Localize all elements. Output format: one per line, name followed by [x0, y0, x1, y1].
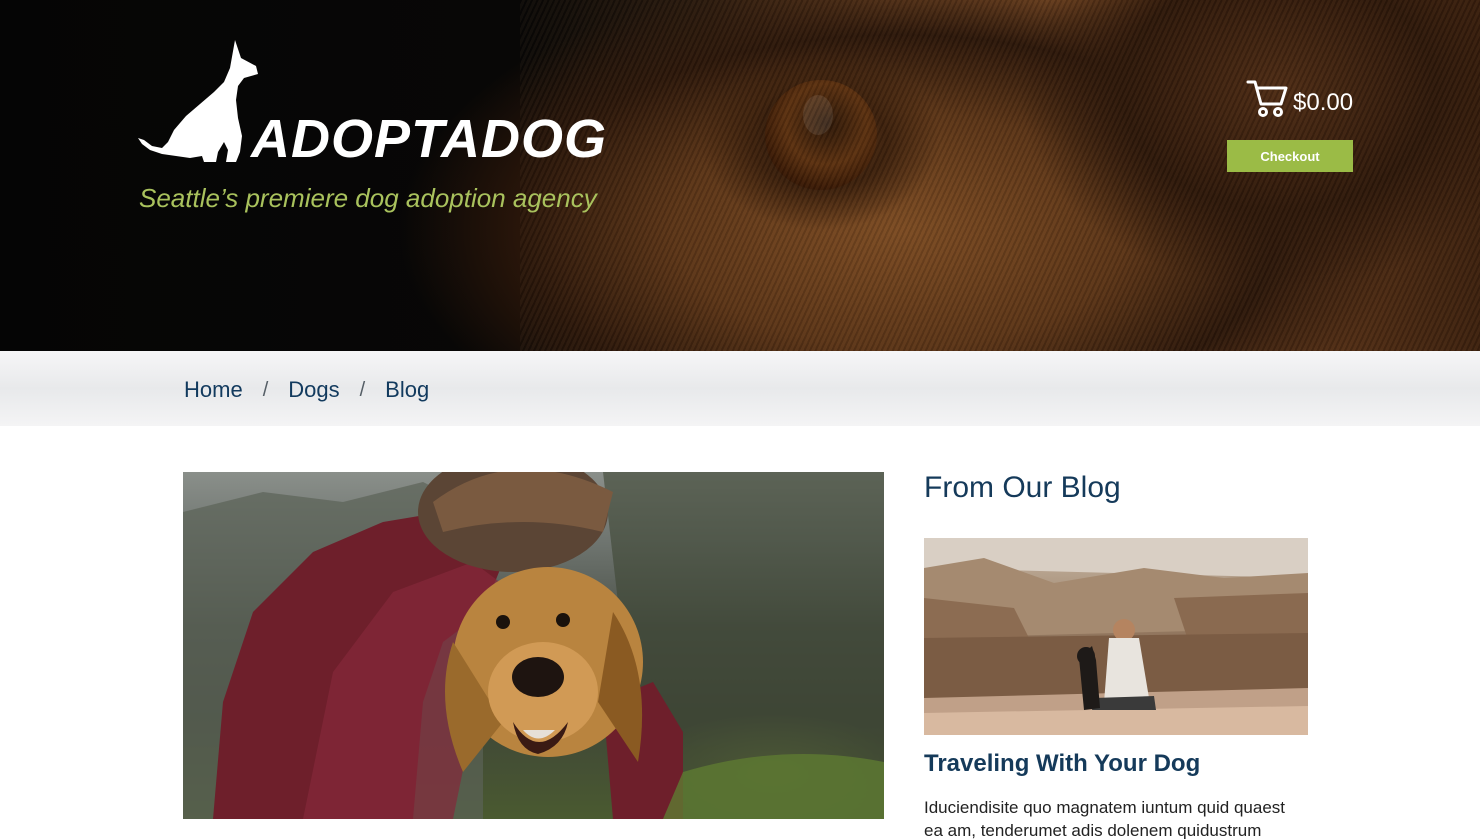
blog-post-title[interactable]: Traveling With Your Dog: [924, 750, 1200, 778]
site-logo[interactable]: ADOPTADOG: [138, 38, 607, 166]
breadcrumb-bar: Home / Dogs / Blog: [0, 351, 1480, 426]
breadcrumb-separator: /: [262, 378, 269, 401]
blog-post-excerpt: Iduciendisite quo magnatem iuntum quid q…: [924, 798, 1286, 839]
canyon-woman-dog-illustration: [924, 538, 1308, 735]
cart-icon: [1246, 80, 1288, 117]
breadcrumb-home[interactable]: Home: [184, 377, 243, 403]
dog-silhouette-icon: [138, 40, 258, 162]
blog-post-image[interactable]: [924, 538, 1308, 735]
logo-text: ADOPTADOG: [251, 109, 607, 169]
man-hugging-dog-illustration: [183, 472, 884, 819]
breadcrumb-separator: /: [359, 378, 366, 401]
breadcrumb-dogs[interactable]: Dogs: [288, 377, 339, 403]
hero-banner: ADOPTADOG Seattle’s premiere dog adoptio…: [0, 0, 1480, 351]
sidebar-heading: From Our Blog: [924, 471, 1121, 504]
cart-summary[interactable]: $0.00: [1246, 78, 1353, 118]
cart-total: $0.00: [1293, 89, 1354, 116]
hero-eye-shine: [803, 95, 833, 135]
breadcrumb: Home / Dogs / Blog: [184, 377, 429, 403]
main-featured-image: [183, 472, 884, 819]
breadcrumb-blog[interactable]: Blog: [385, 377, 429, 403]
hero-fur-texture: [520, 0, 1480, 351]
checkout-button[interactable]: Checkout: [1227, 140, 1353, 172]
tagline: Seattle’s premiere dog adoption agency: [139, 183, 597, 213]
